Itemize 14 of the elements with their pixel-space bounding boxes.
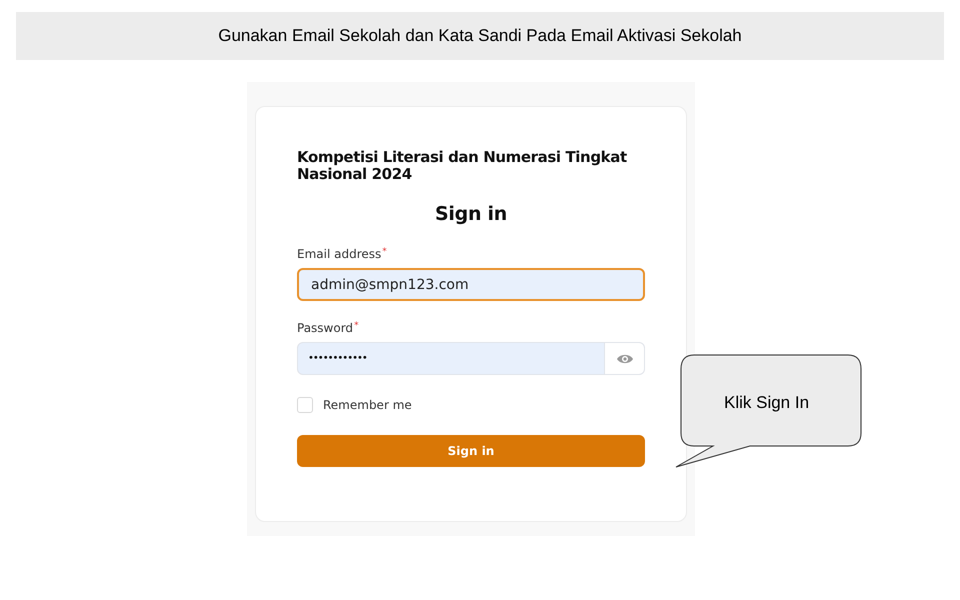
field-label: Password [297, 321, 354, 335]
app-title: Kompetisi Literasi dan Numerasi Tingkat Nasional 2024 [297, 149, 628, 183]
eye-icon [616, 352, 634, 364]
password-field[interactable]: •••••••••••• [297, 342, 605, 375]
field-label: Email address [297, 247, 382, 261]
remember-label: Remember me [323, 398, 412, 412]
email-field[interactable]: admin@smpn123.com [297, 268, 645, 301]
remember-checkbox[interactable] [297, 397, 313, 413]
required-mark: * [382, 247, 387, 257]
sign-in-heading: Sign in [434, 203, 508, 225]
show-password-button[interactable] [605, 342, 645, 375]
instruction-text: Gunakan Email Sekolah dan Kata Sandi Pada Email Aktivasi Sekolah [218, 26, 742, 46]
required-mark: * [354, 321, 359, 331]
callout-text: Klik Sign In [724, 393, 810, 413]
